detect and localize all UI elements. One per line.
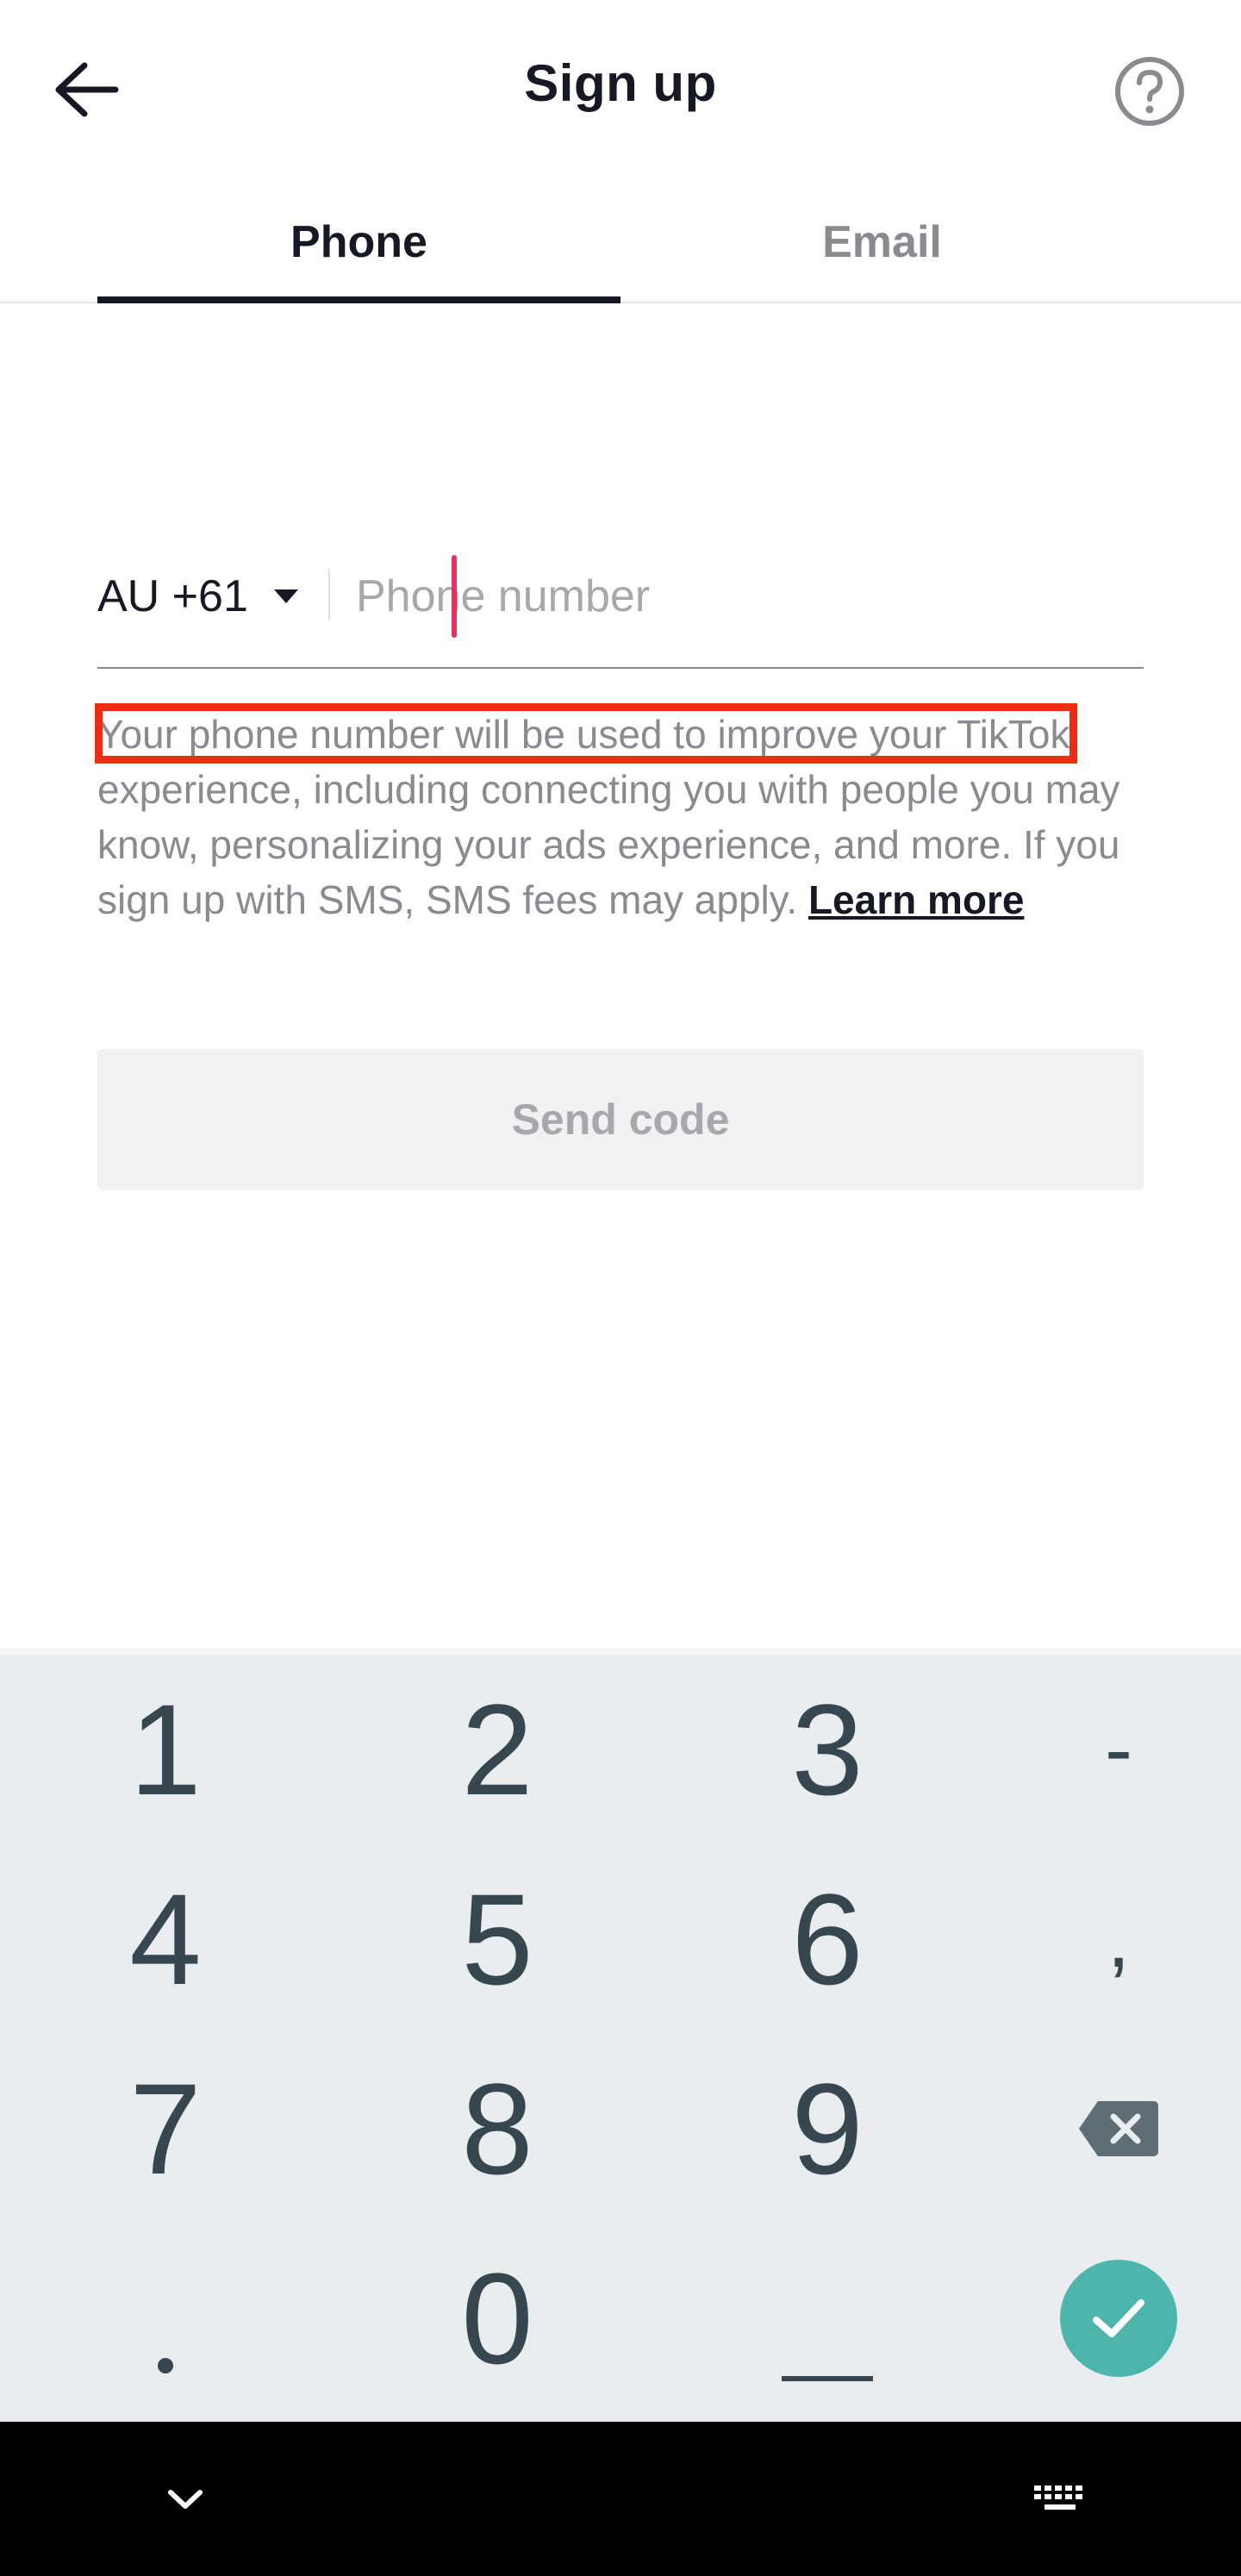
- caret-down-icon: [273, 589, 298, 603]
- key-9[interactable]: 9: [672, 2034, 982, 2224]
- chevron-down-icon: [168, 2490, 203, 2509]
- key-0[interactable]: 0: [342, 2224, 652, 2413]
- system-nav-bar: [0, 2422, 1241, 2576]
- signup-screen: Sign up Phone Email AU +61 Your phone nu…: [0, 0, 1241, 2576]
- key-5[interactable]: 5: [342, 1844, 652, 2034]
- key-2[interactable]: 2: [342, 1655, 652, 1844]
- checkmark-icon: [1093, 2299, 1144, 2337]
- backspace-icon: [1079, 2101, 1158, 2156]
- key-1[interactable]: 1: [10, 1655, 321, 1844]
- help-button[interactable]: [1107, 48, 1193, 134]
- key-6[interactable]: 6: [672, 1844, 982, 2034]
- page-title: Sign up: [524, 54, 717, 112]
- done-button: [1060, 2260, 1177, 2377]
- question-circle-icon: [1115, 57, 1184, 126]
- numeric-keyboard: 1 2 3 - 4 5 6 , 7 8 9 0: [0, 1648, 1241, 2422]
- period-glyph: [158, 2358, 173, 2373]
- key-3[interactable]: 3: [672, 1655, 982, 1844]
- divider: [328, 569, 330, 621]
- key-underscore[interactable]: [672, 2224, 982, 2413]
- phone-number-row: AU +61: [97, 534, 1144, 669]
- key-hyphen[interactable]: -: [963, 1655, 1241, 1844]
- country-code-select[interactable]: AU +61: [97, 553, 313, 639]
- key-period[interactable]: [10, 2224, 321, 2413]
- key-8[interactable]: 8: [342, 2034, 652, 2224]
- active-tab-indicator: [97, 296, 620, 303]
- keyboard-icon: [1034, 2486, 1082, 2510]
- key-7[interactable]: 7: [10, 2034, 321, 2224]
- key-4[interactable]: 4: [10, 1844, 321, 2034]
- phone-usage-notice: Your phone number will be used to improv…: [97, 707, 1157, 927]
- text-cursor: [452, 555, 457, 638]
- keyboard-switch-button[interactable]: [1026, 2465, 1094, 2534]
- country-code-value: AU +61: [97, 571, 248, 621]
- hide-keyboard-button[interactable]: [155, 2468, 215, 2529]
- done-key[interactable]: [963, 2224, 1241, 2413]
- underscore-glyph: [782, 2376, 873, 2381]
- backspace-key[interactable]: [963, 2034, 1241, 2224]
- header: Sign up: [0, 0, 1241, 181]
- tab-phone[interactable]: Phone: [97, 181, 620, 303]
- send-code-button[interactable]: Send code: [97, 1049, 1144, 1190]
- key-comma[interactable]: ,: [963, 1844, 1241, 2034]
- learn-more-link[interactable]: Learn more: [808, 877, 1025, 922]
- phone-number-input[interactable]: [356, 553, 1132, 639]
- signup-method-tabs: Phone Email: [0, 181, 1241, 303]
- tab-email[interactable]: Email: [620, 181, 1144, 303]
